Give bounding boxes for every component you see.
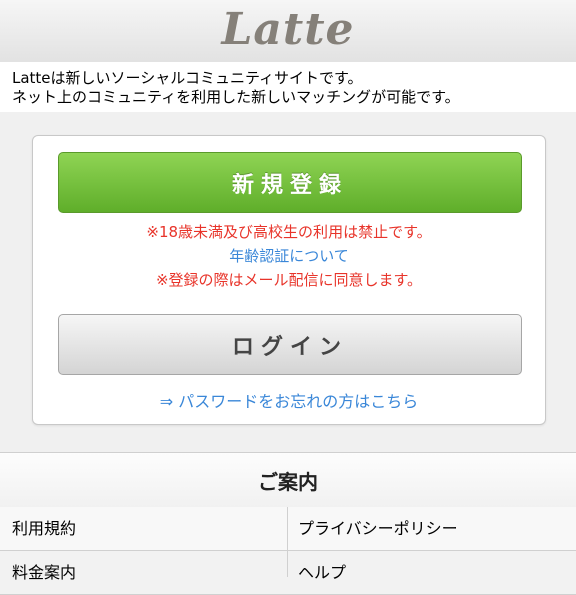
forgot-password-link[interactable]: ⇒ パスワードをお忘れの方はこちら	[33, 388, 545, 412]
info-row: 利用規約 プライバシーポリシー	[0, 507, 576, 551]
intro-text-line-1: Latteは新しいソーシャルコミュニティサイトです。	[12, 69, 363, 87]
intro-text-line-2: ネット上のコミュニティを利用した新しいマッチングが可能です。	[12, 88, 460, 106]
mail-consent-notice: ※登録の際はメール配信に同意します。	[155, 271, 423, 289]
auth-card: 新規登録 ※18歳未満及び高校生の利用は禁止です。 年齢認証について ※登録の際…	[32, 135, 546, 425]
app-header: Latte	[0, 0, 576, 63]
latte-logo[interactable]: Latte	[0, 4, 576, 55]
age-restriction-notice: ※18歳未満及び高校生の利用は禁止です。	[146, 223, 432, 241]
terms-of-use-link[interactable]: 利用規約	[12, 507, 76, 551]
help-link[interactable]: ヘルプ	[298, 551, 346, 595]
column-divider	[287, 507, 288, 577]
pricing-link[interactable]: 料金案内	[12, 551, 76, 595]
privacy-policy-link[interactable]: プライバシーポリシー	[298, 507, 458, 551]
age-verification-link[interactable]: 年齢認証について	[33, 245, 545, 266]
info-title: ご案内	[0, 453, 576, 508]
info-panel: ご案内 利用規約 プライバシーポリシー 料金案内 ヘルプ	[0, 452, 576, 595]
register-button[interactable]: 新規登録	[58, 152, 522, 213]
login-button[interactable]: ログイン	[58, 314, 522, 375]
intro-section: Latteは新しいソーシャルコミュニティサイトです。 ネット上のコミュニティを利…	[0, 62, 576, 112]
info-row: 料金案内 ヘルプ	[0, 551, 576, 595]
